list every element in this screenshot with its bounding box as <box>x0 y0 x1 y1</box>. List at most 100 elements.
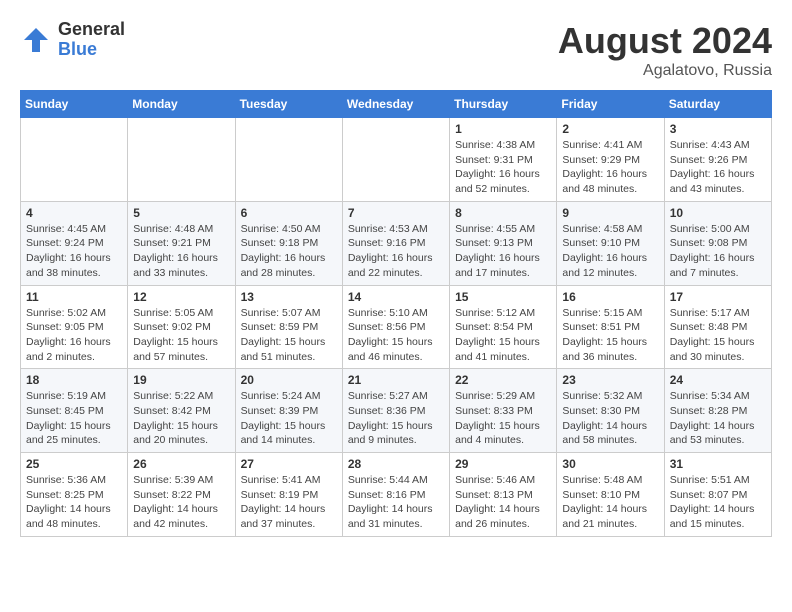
day-info-30: Sunrise: 5:48 AMSunset: 8:10 PMDaylight:… <box>562 473 658 532</box>
day-number-14: 14 <box>348 290 444 304</box>
day-number-29: 29 <box>455 457 551 471</box>
day-number-3: 3 <box>670 122 766 136</box>
weekday-tuesday: Tuesday <box>235 91 342 118</box>
day-info-19: Sunrise: 5:22 AMSunset: 8:42 PMDaylight:… <box>133 389 229 448</box>
day-info-26: Sunrise: 5:39 AMSunset: 8:22 PMDaylight:… <box>133 473 229 532</box>
day-info-17: Sunrise: 5:17 AMSunset: 8:48 PMDaylight:… <box>670 306 766 365</box>
day-info-31: Sunrise: 5:51 AMSunset: 8:07 PMDaylight:… <box>670 473 766 532</box>
day-info-8: Sunrise: 4:55 AMSunset: 9:13 PMDaylight:… <box>455 222 551 281</box>
day-cell-31-4-6: 31 Sunrise: 5:51 AMSunset: 8:07 PMDayligh… <box>664 453 771 537</box>
day-info-18: Sunrise: 5:19 AMSunset: 8:45 PMDaylight:… <box>26 389 122 448</box>
day-cell-30-4-5: 30 Sunrise: 5:48 AMSunset: 8:10 PMDayligh… <box>557 453 664 537</box>
day-number-13: 13 <box>241 290 337 304</box>
day-number-17: 17 <box>670 290 766 304</box>
day-info-4: Sunrise: 4:45 AMSunset: 9:24 PMDaylight:… <box>26 222 122 281</box>
day-cell-21-3-3: 21 Sunrise: 5:27 AMSunset: 8:36 PMDayligh… <box>342 369 449 453</box>
weekday-header-row: SundayMondayTuesdayWednesdayThursdayFrid… <box>21 91 772 118</box>
logo-blue: Blue <box>58 40 125 60</box>
day-number-22: 22 <box>455 373 551 387</box>
day-info-15: Sunrise: 5:12 AMSunset: 8:54 PMDaylight:… <box>455 306 551 365</box>
day-number-7: 7 <box>348 206 444 220</box>
day-cell-20-3-2: 20Sunrise: 5:24 AMSunset: 8:39 PMDayligh… <box>235 369 342 453</box>
day-number-9: 9 <box>562 206 658 220</box>
day-number-23: 23 <box>562 373 658 387</box>
day-cell-11-2-0: 11 Sunrise: 5:02 AMSunset: 9:05 PMDayligh… <box>21 285 128 369</box>
day-number-21: 21 <box>348 373 444 387</box>
day-cell-7-1-3: 7 Sunrise: 4:53 AMSunset: 9:16 PMDaylight… <box>342 201 449 285</box>
weekday-wednesday: Wednesday <box>342 91 449 118</box>
weekday-sunday: Sunday <box>21 91 128 118</box>
week-row-5: 25 Sunrise: 5:36 AMSunset: 8:25 PMDayligh… <box>21 453 772 537</box>
day-number-8: 8 <box>455 206 551 220</box>
day-info-9: Sunrise: 4:58 AMSunset: 9:10 PMDaylight:… <box>562 222 658 281</box>
day-info-23: Sunrise: 5:32 AMSunset: 8:30 PMDaylight:… <box>562 389 658 448</box>
day-info-2: Sunrise: 4:41 AMSunset: 9:29 PMDaylight:… <box>562 138 658 197</box>
day-cell-15-2-4: 15Sunrise: 5:12 AMSunset: 8:54 PMDayligh… <box>450 285 557 369</box>
day-info-28: Sunrise: 5:44 AMSunset: 8:16 PMDaylight:… <box>348 473 444 532</box>
day-cell-19-3-1: 19 Sunrise: 5:22 AMSunset: 8:42 PMDayligh… <box>128 369 235 453</box>
day-cell-2-0-5: 2Sunrise: 4:41 AMSunset: 9:29 PMDaylight… <box>557 118 664 202</box>
day-cell-14-2-3: 14 Sunrise: 5:10 AMSunset: 8:56 PMDayligh… <box>342 285 449 369</box>
day-cell-10-1-6: 10Sunrise: 5:00 AMSunset: 9:08 PMDayligh… <box>664 201 771 285</box>
day-number-31: 31 <box>670 457 766 471</box>
day-info-20: Sunrise: 5:24 AMSunset: 8:39 PMDaylight:… <box>241 389 337 448</box>
day-number-1: 1 <box>455 122 551 136</box>
day-cell-18-3-0: 18 Sunrise: 5:19 AMSunset: 8:45 PMDayligh… <box>21 369 128 453</box>
day-cell-empty-0-1 <box>128 118 235 202</box>
day-number-30: 30 <box>562 457 658 471</box>
weekday-friday: Friday <box>557 91 664 118</box>
day-cell-3-0-6: 3Sunrise: 4:43 AMSunset: 9:26 PMDaylight… <box>664 118 771 202</box>
title-block: August 2024 Agalatovo, Russia <box>558 20 772 80</box>
day-cell-16-2-5: 16 Sunrise: 5:15 AMSunset: 8:51 PMDayligh… <box>557 285 664 369</box>
logo: General Blue <box>20 20 125 60</box>
day-number-27: 27 <box>241 457 337 471</box>
day-cell-28-4-3: 28 Sunrise: 5:44 AMSunset: 8:16 PMDayligh… <box>342 453 449 537</box>
day-cell-29-4-4: 29 Sunrise: 5:46 AMSunset: 8:13 PMDayligh… <box>450 453 557 537</box>
day-info-22: Sunrise: 5:29 AMSunset: 8:33 PMDaylight:… <box>455 389 551 448</box>
day-info-16: Sunrise: 5:15 AMSunset: 8:51 PMDaylight:… <box>562 306 658 365</box>
day-cell-27-4-2: 27Sunrise: 5:41 AMSunset: 8:19 PMDayligh… <box>235 453 342 537</box>
day-info-1: Sunrise: 4:38 AMSunset: 9:31 PMDaylight:… <box>455 138 551 197</box>
weekday-saturday: Saturday <box>664 91 771 118</box>
day-cell-9-1-5: 9 Sunrise: 4:58 AMSunset: 9:10 PMDaylight… <box>557 201 664 285</box>
day-cell-24-3-6: 24 Sunrise: 5:34 AMSunset: 8:28 PMDayligh… <box>664 369 771 453</box>
day-info-5: Sunrise: 4:48 AMSunset: 9:21 PMDaylight:… <box>133 222 229 281</box>
day-info-12: Sunrise: 5:05 AMSunset: 9:02 PMDaylight:… <box>133 306 229 365</box>
weekday-thursday: Thursday <box>450 91 557 118</box>
day-info-6: Sunrise: 4:50 AMSunset: 9:18 PMDaylight:… <box>241 222 337 281</box>
day-info-11: Sunrise: 5:02 AMSunset: 9:05 PMDaylight:… <box>26 306 122 365</box>
day-number-6: 6 <box>241 206 337 220</box>
day-cell-8-1-4: 8 Sunrise: 4:55 AMSunset: 9:13 PMDaylight… <box>450 201 557 285</box>
day-number-16: 16 <box>562 290 658 304</box>
day-cell-5-1-1: 5 Sunrise: 4:48 AMSunset: 9:21 PMDaylight… <box>128 201 235 285</box>
day-cell-empty-0-3 <box>342 118 449 202</box>
day-number-10: 10 <box>670 206 766 220</box>
day-info-21: Sunrise: 5:27 AMSunset: 8:36 PMDaylight:… <box>348 389 444 448</box>
day-number-28: 28 <box>348 457 444 471</box>
logo-general: General <box>58 20 125 40</box>
day-number-18: 18 <box>26 373 122 387</box>
day-cell-26-4-1: 26 Sunrise: 5:39 AMSunset: 8:22 PMDayligh… <box>128 453 235 537</box>
day-info-13: Sunrise: 5:07 AMSunset: 8:59 PMDaylight:… <box>241 306 337 365</box>
day-cell-12-2-1: 12 Sunrise: 5:05 AMSunset: 9:02 PMDayligh… <box>128 285 235 369</box>
title-month-year: August 2024 <box>558 20 772 62</box>
title-location: Agalatovo, Russia <box>558 62 772 80</box>
day-cell-empty-0-2 <box>235 118 342 202</box>
day-number-24: 24 <box>670 373 766 387</box>
day-cell-empty-0-0 <box>21 118 128 202</box>
day-number-26: 26 <box>133 457 229 471</box>
day-number-11: 11 <box>26 290 122 304</box>
logo-text: General Blue <box>58 20 125 60</box>
day-cell-17-2-6: 17 Sunrise: 5:17 AMSunset: 8:48 PMDayligh… <box>664 285 771 369</box>
day-number-5: 5 <box>133 206 229 220</box>
day-number-12: 12 <box>133 290 229 304</box>
day-info-14: Sunrise: 5:10 AMSunset: 8:56 PMDaylight:… <box>348 306 444 365</box>
day-number-25: 25 <box>26 457 122 471</box>
day-cell-23-3-5: 23 Sunrise: 5:32 AMSunset: 8:30 PMDayligh… <box>557 369 664 453</box>
weekday-monday: Monday <box>128 91 235 118</box>
day-info-29: Sunrise: 5:46 AMSunset: 8:13 PMDaylight:… <box>455 473 551 532</box>
day-info-25: Sunrise: 5:36 AMSunset: 8:25 PMDaylight:… <box>26 473 122 532</box>
day-info-24: Sunrise: 5:34 AMSunset: 8:28 PMDaylight:… <box>670 389 766 448</box>
day-info-7: Sunrise: 4:53 AMSunset: 9:16 PMDaylight:… <box>348 222 444 281</box>
day-number-19: 19 <box>133 373 229 387</box>
